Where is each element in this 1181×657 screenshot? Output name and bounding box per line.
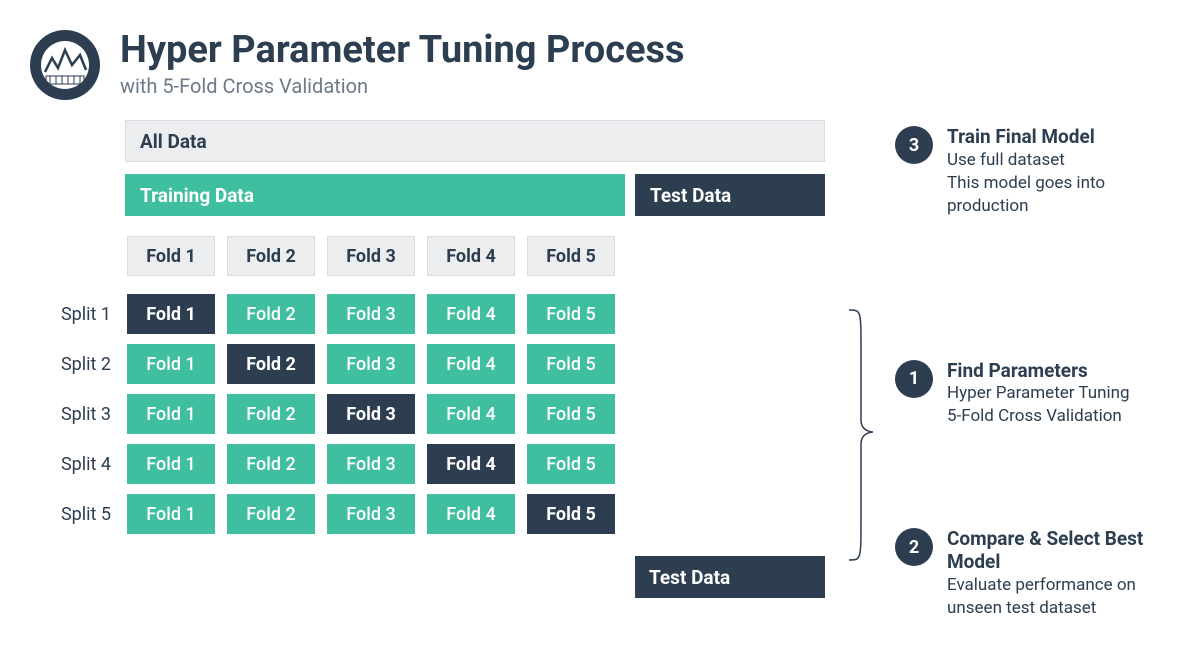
fold-header: Fold 1	[127, 236, 215, 276]
fold-header: Fold 3	[327, 236, 415, 276]
header: Hyper Parameter Tuning Process with 5-Fo…	[30, 30, 1151, 100]
fold-train: Fold 4	[427, 394, 515, 434]
fold-train: Fold 1	[127, 394, 215, 434]
fold-train: Fold 4	[427, 344, 515, 384]
split-row: Split 4 Fold 1 Fold 2 Fold 3 Fold 4 Fold 5	[45, 444, 825, 484]
split-row: Split 5 Fold 1 Fold 2 Fold 3 Fold 4 Fold 5	[45, 494, 825, 534]
fold-train: Fold 3	[327, 444, 415, 484]
split-label: Split 5	[45, 504, 115, 525]
fold-test: Fold 1	[127, 294, 215, 334]
callout-line: 5-Fold Cross Validation	[947, 405, 1130, 428]
fold-train: Fold 4	[427, 494, 515, 534]
callouts: 3 Train Final Model Use full dataset Thi…	[895, 120, 1151, 640]
fold-train: Fold 5	[527, 344, 615, 384]
fold-train: Fold 2	[227, 394, 315, 434]
fold-train: Fold 2	[227, 494, 315, 534]
training-data-box: Training Data	[125, 174, 625, 216]
fold-train: Fold 3	[327, 494, 415, 534]
fold-train: Fold 5	[527, 394, 615, 434]
fold-header: Fold 4	[427, 236, 515, 276]
fold-header-row: Fold 1 Fold 2 Fold 3 Fold 4 Fold 5	[45, 236, 825, 276]
split-label: Split 1	[45, 304, 115, 325]
page-title: Hyper Parameter Tuning Process	[120, 30, 685, 72]
fold-train: Fold 2	[227, 444, 315, 484]
fold-train: Fold 3	[327, 294, 415, 334]
step-number-badge: 1	[895, 360, 933, 398]
fold-header: Fold 2	[227, 236, 315, 276]
test-data-bottom: Test Data	[635, 556, 825, 598]
fold-test: Fold 4	[427, 444, 515, 484]
split-row: Split 3 Fold 1 Fold 2 Fold 3 Fold 4 Fold 5	[45, 394, 825, 434]
split-row: Split 1 Fold 1 Fold 2 Fold 3 Fold 4 Fold 5	[45, 294, 825, 334]
fold-train: Fold 1	[127, 494, 215, 534]
fold-header: Fold 5	[527, 236, 615, 276]
split-label: Split 3	[45, 404, 115, 425]
fold-train: Fold 1	[127, 444, 215, 484]
callout-line: Evaluate performance on unseen test data…	[947, 574, 1151, 620]
callout-title: Train Final Model	[947, 126, 1151, 149]
diagram: All Data Training Data Test Data Fold 1 …	[45, 120, 825, 640]
callout-step-2: 2 Compare & Select Best Model Evaluate p…	[895, 528, 1151, 619]
page-subtitle: with 5-Fold Cross Validation	[120, 74, 685, 98]
split-label: Split 2	[45, 354, 115, 375]
fold-train: Fold 4	[427, 294, 515, 334]
split-row: Split 2 Fold 1 Fold 2 Fold 3 Fold 4 Fold 5	[45, 344, 825, 384]
fold-train: Fold 5	[527, 294, 615, 334]
fold-train: Fold 5	[527, 444, 615, 484]
callout-title: Compare & Select Best Model	[947, 528, 1151, 574]
fold-test: Fold 5	[527, 494, 615, 534]
callout-line: This model goes into production	[947, 172, 1151, 218]
fold-train: Fold 1	[127, 344, 215, 384]
callout-step-1: 1 Find Parameters Hyper Parameter Tuning…	[895, 360, 1151, 429]
step-number-badge: 3	[895, 126, 933, 164]
callout-line: Hyper Parameter Tuning	[947, 382, 1130, 405]
callout-line: Use full dataset	[947, 149, 1151, 172]
split-label: Split 4	[45, 454, 115, 475]
test-data-box: Test Data	[635, 174, 825, 216]
callout-step-3: 3 Train Final Model Use full dataset Thi…	[895, 126, 1151, 218]
fold-train: Fold 2	[227, 294, 315, 334]
all-data-box: All Data	[125, 120, 825, 162]
fold-test: Fold 3	[327, 394, 415, 434]
fold-test: Fold 2	[227, 344, 315, 384]
step-number-badge: 2	[895, 528, 933, 566]
brace-icon	[845, 120, 875, 620]
callout-title: Find Parameters	[947, 360, 1130, 383]
chart-logo-icon	[30, 30, 100, 100]
fold-train: Fold 3	[327, 344, 415, 384]
